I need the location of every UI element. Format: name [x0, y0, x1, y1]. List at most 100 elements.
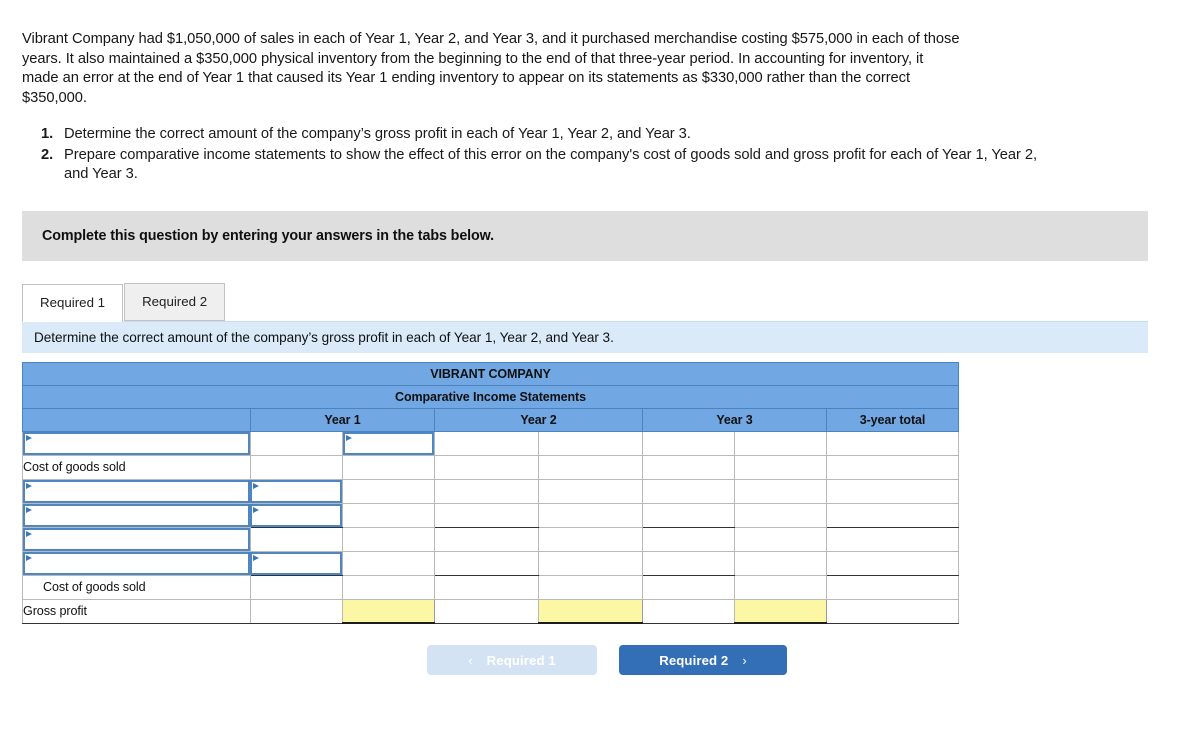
row-2-year2-b[interactable] [538, 454, 643, 480]
tab-prompt-text: Determine the correct amount of the comp… [34, 329, 614, 345]
row-7-year3-a[interactable] [642, 574, 735, 600]
row-7-year1-b[interactable] [342, 574, 435, 600]
dropdown-caret-icon [26, 554, 32, 561]
row-6-label-input-cell[interactable] [22, 550, 251, 576]
row-3-year2-b[interactable] [538, 478, 643, 504]
row-7-year1-a[interactable] [250, 574, 343, 600]
row-2-year3-a[interactable] [642, 454, 735, 480]
row-4-year2-b[interactable] [538, 502, 643, 528]
dropdown-caret-icon [253, 554, 259, 561]
column-header-3-year-total: 3-year total [826, 407, 959, 432]
row-3-label-input-cell[interactable] [22, 478, 251, 504]
row-2-year1-b[interactable] [342, 454, 435, 480]
row-5-year1-b[interactable] [342, 526, 435, 552]
row-4-label-input-cell[interactable] [22, 502, 251, 528]
gross-profit-year-1-answer[interactable] [342, 598, 435, 624]
previous-required-button[interactable]: ‹ Required 1 [427, 645, 597, 675]
account-name-input[interactable] [23, 503, 250, 527]
column-header-blank [22, 407, 251, 432]
amount-input[interactable] [250, 503, 342, 527]
row-1-year1-b-input-cell[interactable] [342, 430, 435, 456]
amount-input[interactable] [250, 551, 342, 575]
next-required-label: Required 2 [659, 652, 729, 668]
row-5-total[interactable] [826, 526, 959, 552]
column-header-year-3: Year 3 [642, 407, 827, 432]
problem-section: Vibrant Company had $1,050,000 of sales … [0, 0, 1200, 185]
tab-required-2[interactable]: Required 2 [124, 282, 226, 321]
instruction-banner-text: Complete this question by entering your … [42, 227, 495, 244]
row-8-year2-a[interactable] [434, 598, 539, 624]
row-3-year3-a[interactable] [642, 478, 735, 504]
row-5-year2-a[interactable] [434, 526, 539, 552]
row-4-year1-b[interactable] [342, 502, 435, 528]
tab-required-2-label: Required 2 [142, 294, 208, 309]
row-4-year3-a[interactable] [642, 502, 735, 528]
amount-input[interactable] [250, 479, 342, 503]
instruction-banner: Complete this question by entering your … [22, 210, 1148, 261]
row-5-label-input-cell[interactable] [22, 526, 251, 552]
row-1-year1-a[interactable] [250, 430, 343, 456]
row-1-year2-a[interactable] [434, 430, 539, 456]
row-4-year3-b[interactable] [734, 502, 827, 528]
requirement-number: 2. [41, 146, 54, 163]
row-4-year2-a[interactable] [434, 502, 539, 528]
account-name-input[interactable] [23, 551, 250, 575]
row-6-year2-b[interactable] [538, 550, 643, 576]
row-7-year2-a[interactable] [434, 574, 539, 600]
row-2-year3-b[interactable] [734, 454, 827, 480]
row-1-year2-b[interactable] [538, 430, 643, 456]
row-8-year1-a[interactable] [250, 598, 343, 624]
row-1-total[interactable] [826, 430, 959, 456]
row-2-year2-a[interactable] [434, 454, 539, 480]
row-6-total[interactable] [826, 550, 959, 576]
chevron-right-icon: › [742, 652, 747, 668]
row-3-year3-b[interactable] [734, 478, 827, 504]
row-6-year3-a[interactable] [642, 550, 735, 576]
next-required-button[interactable]: Required 2 › [619, 645, 787, 675]
comparative-income-statement-table: VIBRANT COMPANY Comparative Income State… [22, 361, 959, 624]
row-8-year3-a[interactable] [642, 598, 735, 624]
row-7-year2-b[interactable] [538, 574, 643, 600]
row-6-year3-b[interactable] [734, 550, 827, 576]
statement-title: Comparative Income Statements [22, 384, 959, 409]
dropdown-caret-icon [346, 434, 352, 441]
row-4-total[interactable] [826, 502, 959, 528]
table-row: Gross profit [22, 598, 959, 624]
row-7-total[interactable] [826, 574, 959, 600]
column-header-year-2: Year 2 [434, 407, 643, 432]
row-5-year3-a[interactable] [642, 526, 735, 552]
row-1-year3-b[interactable] [734, 430, 827, 456]
row-8-label: Gross profit [22, 598, 251, 624]
row-1-label-input-cell[interactable] [22, 430, 251, 456]
row-5-year2-b[interactable] [538, 526, 643, 552]
row-6-year2-a[interactable] [434, 550, 539, 576]
row-4-year1-a-input-cell[interactable] [250, 502, 343, 528]
dropdown-caret-icon [26, 506, 32, 513]
navigation-footer: ‹ Required 1 Required 2 › [0, 645, 1200, 675]
worksheet-container: VIBRANT COMPANY Comparative Income State… [22, 361, 959, 624]
table-row [22, 550, 959, 576]
account-name-input[interactable] [23, 479, 250, 503]
account-name-input[interactable] [23, 527, 250, 551]
row-8-total[interactable] [826, 598, 959, 624]
row-7-year3-b[interactable] [734, 574, 827, 600]
row-6-year1-b[interactable] [342, 550, 435, 576]
row-2-year1-a[interactable] [250, 454, 343, 480]
row-5-year1-a[interactable] [250, 526, 343, 552]
row-2-total[interactable] [826, 454, 959, 480]
gross-profit-year-2-answer[interactable] [538, 598, 643, 624]
account-name-input[interactable] [23, 431, 250, 455]
tab-required-1[interactable]: Required 1 [22, 283, 124, 322]
amount-input[interactable] [343, 431, 434, 455]
question-page: Vibrant Company had $1,050,000 of sales … [0, 0, 1200, 750]
row-2-label: Cost of goods sold [22, 454, 251, 480]
dropdown-caret-icon [253, 482, 259, 489]
row-6-year1-a-input-cell[interactable] [250, 550, 343, 576]
row-5-year3-b[interactable] [734, 526, 827, 552]
row-3-total[interactable] [826, 478, 959, 504]
row-3-year2-a[interactable] [434, 478, 539, 504]
row-3-year1-a-input-cell[interactable] [250, 478, 343, 504]
gross-profit-year-3-answer[interactable] [734, 598, 827, 624]
row-3-year1-b[interactable] [342, 478, 435, 504]
row-1-year3-a[interactable] [642, 430, 735, 456]
